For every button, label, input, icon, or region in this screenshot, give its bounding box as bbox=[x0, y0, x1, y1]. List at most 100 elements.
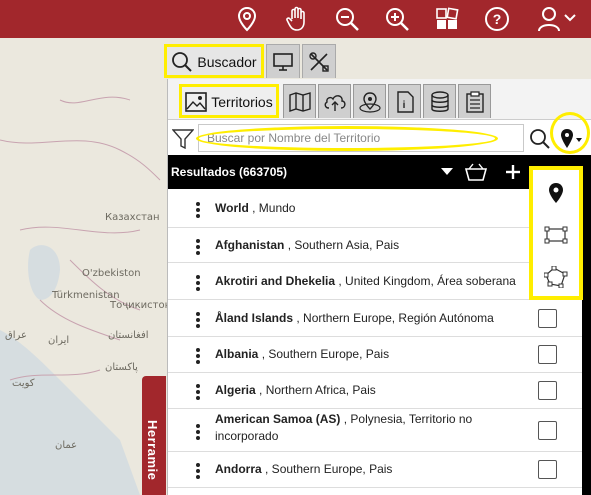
map-label: پاکستان bbox=[105, 362, 138, 373]
dropdown-item-polygon[interactable] bbox=[533, 256, 579, 298]
territory-name[interactable]: Andorra bbox=[215, 462, 262, 476]
map-label: افغانستان bbox=[108, 330, 149, 341]
tab-map[interactable] bbox=[283, 84, 316, 118]
list-item[interactable]: American Samoa (AS) , Polynesia, Territo… bbox=[168, 409, 582, 452]
territory-description: , Southern Asia, Pais bbox=[287, 237, 400, 252]
tools-side-tab[interactable]: Herramie bbox=[142, 376, 166, 495]
more-options-icon[interactable] bbox=[196, 200, 202, 220]
map-label: Тоҷикистон bbox=[110, 300, 172, 311]
hand-pan-icon[interactable] bbox=[283, 5, 311, 33]
zoom-out-icon[interactable] bbox=[333, 5, 361, 33]
territory-description: , Northern Europe, Región Autónoma bbox=[296, 310, 494, 325]
subpanel: Territorios i Buscar por Nombre del Terr… bbox=[167, 79, 591, 495]
more-options-icon[interactable] bbox=[196, 273, 202, 293]
territory-description: , Mundo bbox=[252, 200, 296, 215]
row-checkbox[interactable] bbox=[538, 308, 557, 328]
tab-buscador-label: Buscador bbox=[197, 53, 257, 70]
list-item-text: American Samoa (AS) , Polynesia, Territo… bbox=[215, 411, 515, 445]
results-title: Resultados (663705) bbox=[171, 165, 288, 179]
map-label: Казахстан bbox=[105, 212, 160, 223]
list-item-text: Åland Islands , Northern Europe, Región … bbox=[215, 310, 535, 327]
territory-name[interactable]: World bbox=[215, 201, 249, 215]
search-panel: Buscador Territorios i Buscar por Nombre… bbox=[164, 44, 591, 495]
list-item-text: Afghanistan , Southern Asia, Pais bbox=[215, 237, 535, 254]
map-label: عمان bbox=[55, 440, 78, 451]
list-item[interactable]: Andorra , Southern Europe, Pais bbox=[168, 452, 582, 488]
location-pin-icon[interactable] bbox=[233, 5, 261, 33]
list-item-text: World , Mundo bbox=[215, 200, 535, 217]
clipboard-icon bbox=[465, 90, 484, 113]
more-options-icon[interactable] bbox=[196, 310, 202, 330]
tab-geo[interactable] bbox=[353, 84, 386, 118]
search-row bbox=[168, 119, 591, 155]
list-item-text: Albania , Southern Europe, Pais bbox=[215, 346, 535, 363]
more-options-icon[interactable] bbox=[196, 461, 202, 481]
cloud-upload-icon bbox=[324, 94, 346, 111]
list-item[interactable]: World , Mundo bbox=[168, 189, 582, 228]
side-tab-label: Herramie bbox=[145, 420, 160, 481]
help-icon[interactable]: ? bbox=[483, 5, 511, 33]
tab-buscador[interactable]: Buscador bbox=[164, 44, 264, 78]
row-checkbox[interactable] bbox=[538, 420, 557, 440]
map-label: O'zbekiston bbox=[82, 268, 141, 279]
scrollbar[interactable] bbox=[582, 189, 591, 495]
territory-name[interactable]: Afghanistan bbox=[215, 238, 284, 252]
list-item-text: Algeria , Northern Africa, Pais bbox=[215, 382, 535, 399]
map-label: ایران bbox=[48, 335, 70, 346]
search-icon[interactable] bbox=[529, 128, 551, 150]
tab-upload[interactable] bbox=[318, 84, 351, 118]
tab-clipboard[interactable] bbox=[458, 84, 491, 118]
results-bar: Resultados (663705) bbox=[168, 155, 591, 189]
list-item-text: Akrotiri and Dhekelia , United Kingdom, … bbox=[215, 273, 535, 290]
rectangle-select-icon bbox=[544, 226, 568, 244]
list-item[interactable]: Akrotiri and Dhekelia , United Kingdom, … bbox=[168, 263, 582, 300]
tab-monitor[interactable] bbox=[266, 44, 300, 78]
map-label: کویت bbox=[12, 378, 35, 389]
more-options-icon[interactable] bbox=[196, 422, 202, 442]
search-input[interactable] bbox=[198, 124, 524, 152]
dropdown-item-rectangle[interactable] bbox=[533, 214, 579, 256]
territory-name[interactable]: Algeria bbox=[215, 383, 256, 397]
location-pin-icon[interactable] bbox=[559, 128, 585, 150]
territory-description: , Southern Europe, Pais bbox=[261, 347, 390, 361]
list-item[interactable]: Albania , Southern Europe, Pais bbox=[168, 337, 582, 373]
list-item-text: Andorra , Southern Europe, Pais bbox=[215, 461, 535, 478]
row-checkbox[interactable] bbox=[538, 381, 557, 400]
basket-icon[interactable] bbox=[465, 163, 487, 181]
svg-text:i: i bbox=[402, 100, 405, 111]
filter-icon[interactable] bbox=[172, 129, 194, 149]
polygon-select-icon bbox=[544, 266, 568, 288]
tab-document[interactable]: i bbox=[388, 84, 421, 118]
territory-description: , Southern Europe, Pais bbox=[265, 462, 393, 476]
dropdown-item-point[interactable] bbox=[533, 172, 579, 214]
tab-tools[interactable] bbox=[302, 44, 336, 78]
more-options-icon[interactable] bbox=[196, 346, 202, 366]
tab-database[interactable] bbox=[423, 84, 456, 118]
row-checkbox[interactable] bbox=[538, 345, 557, 364]
point-marker-icon bbox=[549, 183, 563, 203]
map-label: عراق bbox=[5, 330, 28, 341]
more-options-icon[interactable] bbox=[196, 382, 202, 402]
list-item[interactable]: Åland Islands , Northern Europe, Región … bbox=[168, 300, 582, 337]
user-icon[interactable] bbox=[535, 5, 579, 33]
results-list: World , Mundo Afghanistan , Southern Asia… bbox=[168, 189, 582, 495]
more-options-icon[interactable] bbox=[196, 237, 202, 257]
geo-target-icon bbox=[358, 91, 381, 113]
svg-text:?: ? bbox=[493, 11, 502, 27]
list-item[interactable]: Afghanistan , Southern Asia, Pais bbox=[168, 228, 582, 263]
row-checkbox[interactable] bbox=[538, 460, 557, 479]
territory-name[interactable]: American Samoa (AS) bbox=[215, 412, 340, 426]
image-icon bbox=[185, 91, 208, 112]
map-icon bbox=[288, 91, 311, 112]
zoom-in-icon[interactable] bbox=[383, 5, 411, 33]
caret-down-icon[interactable] bbox=[441, 168, 453, 176]
layers-icon[interactable] bbox=[433, 5, 461, 33]
list-item[interactable]: Algeria , Northern Africa, Pais bbox=[168, 373, 582, 409]
tab-territorios[interactable]: Territorios bbox=[179, 84, 279, 118]
territory-name[interactable]: Akrotiri and Dhekelia bbox=[215, 274, 335, 288]
add-icon[interactable] bbox=[506, 165, 520, 179]
territory-name[interactable]: Albania bbox=[215, 347, 258, 361]
territory-name[interactable]: Åland Islands bbox=[215, 311, 293, 325]
territory-description: , Northern Africa, Pais bbox=[259, 383, 376, 397]
monitor-icon bbox=[273, 52, 293, 71]
